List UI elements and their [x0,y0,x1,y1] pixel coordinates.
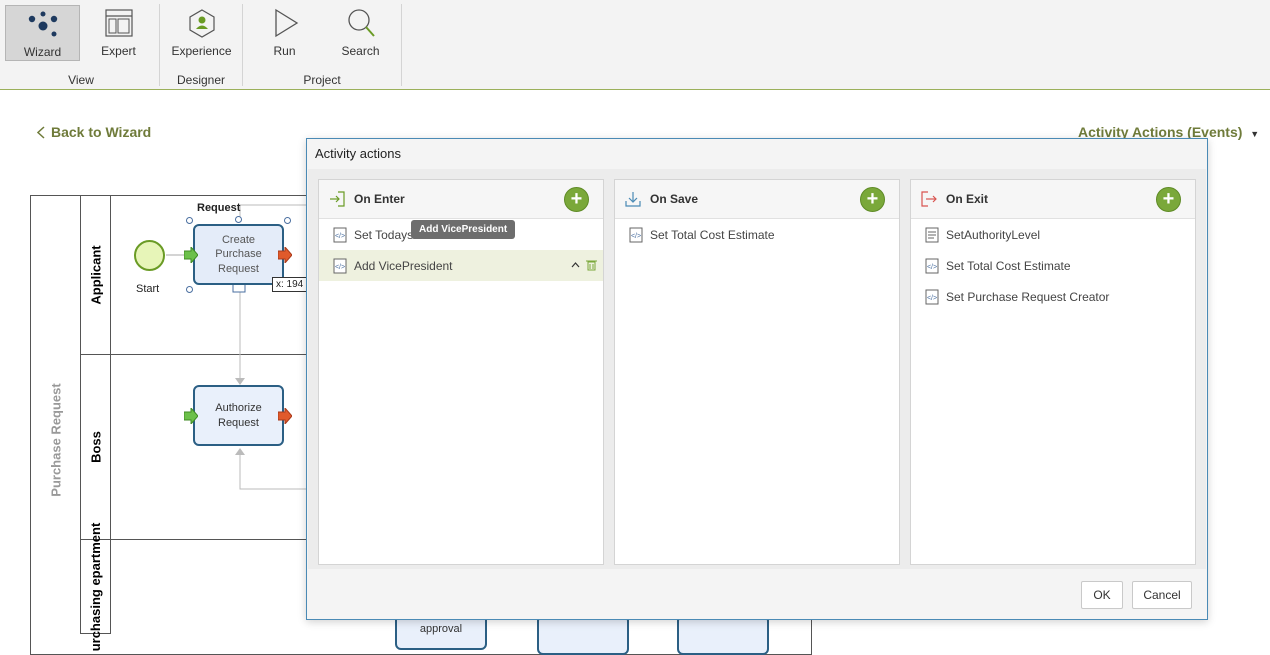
panel-title: On Enter [354,192,405,206]
action-label: SetAuthorityLevel [946,227,1041,242]
task-label: approval [419,623,463,635]
exit-icon [921,191,937,207]
panel-on-exit: On Exit + SetAuthorityLevel </> Set Tota… [910,179,1196,565]
flag-out-icon [278,247,292,263]
action-item[interactable]: SetAuthorityLevel [911,219,1195,250]
task-box[interactable] [677,615,769,655]
trash-icon[interactable] [586,259,597,271]
add-action-button[interactable]: + [1156,187,1181,212]
add-action-button[interactable]: + [860,187,885,212]
task-label: Create Purchase Request [215,234,262,275]
action-item[interactable]: </> Set Purchase Request Creator [911,281,1195,312]
tooltip: Add VicePresident [411,220,516,239]
panel-on-save: On Save + </> Set Total Cost Estimate [614,179,900,565]
flag-out-icon [278,408,292,424]
svg-text:</>: </> [927,295,937,302]
action-item[interactable]: </> Set Total Cost Estimate [911,250,1195,281]
action-label: Set Total Cost Estimate [650,227,775,242]
resize-handle[interactable] [235,216,242,223]
task-create-purchase-request[interactable]: Create Purchase Request [193,224,284,285]
add-action-button[interactable]: + [564,187,589,212]
action-item-selected[interactable]: </> Add VicePresident [319,250,603,281]
flag-in-icon [184,247,198,263]
chevron-up-icon[interactable] [571,262,580,268]
ok-button[interactable]: OK [1081,581,1123,609]
action-label: Set Purchase Request Creator [946,289,1110,304]
svg-text:</>: </> [927,264,937,271]
action-label: Add VicePresident [354,258,453,273]
action-item[interactable]: </> Set Total Cost Estimate [615,219,899,250]
cancel-button[interactable]: Cancel [1132,581,1192,609]
resize-handle[interactable] [186,286,193,293]
rule-icon [925,227,939,242]
save-icon [625,192,641,207]
dialog-title: Activity actions [315,146,401,161]
svg-text:</>: </> [631,233,641,240]
svg-text:</>: </> [335,233,345,240]
script-icon: </> [333,258,347,273]
script-icon: </> [925,258,939,273]
panel-header: On Save + [615,180,899,219]
panel-title: On Save [650,192,699,206]
resize-handle[interactable] [284,217,291,224]
resize-handle[interactable] [186,217,193,224]
start-event[interactable] [134,240,165,271]
action-label: Set Total Cost Estimate [946,258,1071,273]
enter-icon [330,191,345,207]
panel-title: On Exit [946,192,989,206]
script-icon: </> [333,227,347,242]
task-box[interactable] [537,615,629,655]
task-authorize-request[interactable]: Authorize Request [193,385,284,446]
svg-text:</>: </> [335,264,345,271]
activity-actions-dialog: Activity actions On Enter + </> Set Toda… [306,138,1208,620]
item-controls [571,259,597,271]
script-icon: </> [925,289,939,304]
coordinate-readout: x: 194 [272,277,308,292]
script-icon: </> [629,227,643,242]
start-label: Start [136,283,160,295]
panel-header: On Enter + [319,180,603,219]
panel-header: On Exit + [911,180,1195,219]
flag-in-icon [184,408,198,424]
request-label: Request [197,202,241,214]
task-label: Authorize Request [215,402,262,429]
